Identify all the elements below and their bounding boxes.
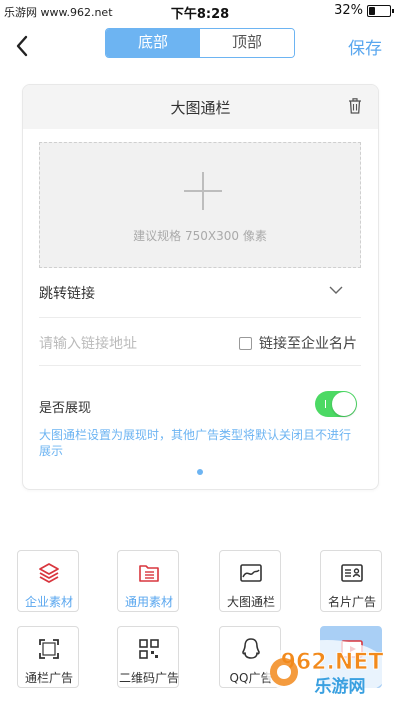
jump-link-label: 跳转链接 xyxy=(39,286,95,302)
tool-big-banner[interactable]: 大图通栏 xyxy=(219,550,281,612)
image-banner-icon xyxy=(240,564,262,582)
chevron-left-icon xyxy=(16,35,28,57)
tool-label: 通栏广告 xyxy=(24,671,73,685)
back-button[interactable] xyxy=(12,32,36,60)
battery-icon xyxy=(367,4,391,17)
battery-percent: 32% xyxy=(334,3,363,18)
tool-label: 企业素材 xyxy=(24,595,73,609)
business-card-icon xyxy=(341,564,363,582)
card-title: 大图通栏 xyxy=(170,99,231,117)
frame-icon xyxy=(39,639,59,659)
tool-label: 名片广告 xyxy=(327,595,376,609)
plus-icon xyxy=(184,172,222,210)
status-bar: 乐游网 www.962.net 下午8:28 32% xyxy=(0,0,400,22)
tool-qrcode-ad[interactable]: 二维码广告 xyxy=(117,626,179,688)
link-url-input[interactable]: 请输入链接地址 xyxy=(39,333,137,353)
tab-top[interactable]: 顶部 xyxy=(200,29,294,57)
layers-icon xyxy=(39,563,59,583)
image-upload-area[interactable]: 建议规格 750X300 像素 xyxy=(39,142,361,268)
tab-bottom[interactable]: 底部 xyxy=(106,29,200,57)
qq-icon xyxy=(242,638,260,659)
upload-hint: 建议规格 750X300 像素 xyxy=(133,229,267,243)
position-segmented-control: 底部 顶部 xyxy=(105,28,295,58)
divider xyxy=(39,317,361,318)
page-indicator-dot xyxy=(197,469,203,475)
tool-label: 大图通栏 xyxy=(226,595,275,609)
tool-label: 二维码广告 xyxy=(118,671,179,685)
display-note: 大图通栏设置为展现时，其他广告类型将默认关闭且不进行展示 xyxy=(39,428,352,458)
jump-link-dropdown[interactable]: 跳转链接 xyxy=(39,281,361,303)
svg-text:乐游网: 乐游网 xyxy=(315,676,366,697)
tool-common-material[interactable]: 通用素材 xyxy=(117,550,179,612)
tool-banner-ad[interactable]: 通栏广告 xyxy=(17,626,79,688)
card-header: 大图通栏 xyxy=(23,85,378,129)
chevron-down-icon xyxy=(329,286,343,294)
site-watermark-logo: 962.NET 乐游网 xyxy=(265,640,389,700)
banner-card: 大图通栏 建议规格 750X300 像素 跳转链接 请输入链接地址 链接至企业名… xyxy=(22,84,379,490)
save-button[interactable]: 保存 xyxy=(348,34,382,59)
trash-icon[interactable] xyxy=(348,98,362,114)
battery-indicator: 32% xyxy=(334,3,394,18)
folder-icon xyxy=(139,565,159,582)
display-toggle[interactable] xyxy=(315,391,357,417)
divider xyxy=(39,365,361,366)
qr-code-icon xyxy=(139,639,159,659)
tool-card-ad[interactable]: 名片广告 xyxy=(320,550,382,612)
link-to-card-label: 链接至企业名片 xyxy=(259,336,357,352)
tool-enterprise-material[interactable]: 企业素材 xyxy=(17,550,79,612)
nav-bar: 底部 顶部 保存 xyxy=(0,26,400,66)
tool-label: 通用素材 xyxy=(124,595,173,609)
link-to-card-checkbox[interactable] xyxy=(239,337,252,350)
display-label: 是否展现 xyxy=(39,401,92,416)
